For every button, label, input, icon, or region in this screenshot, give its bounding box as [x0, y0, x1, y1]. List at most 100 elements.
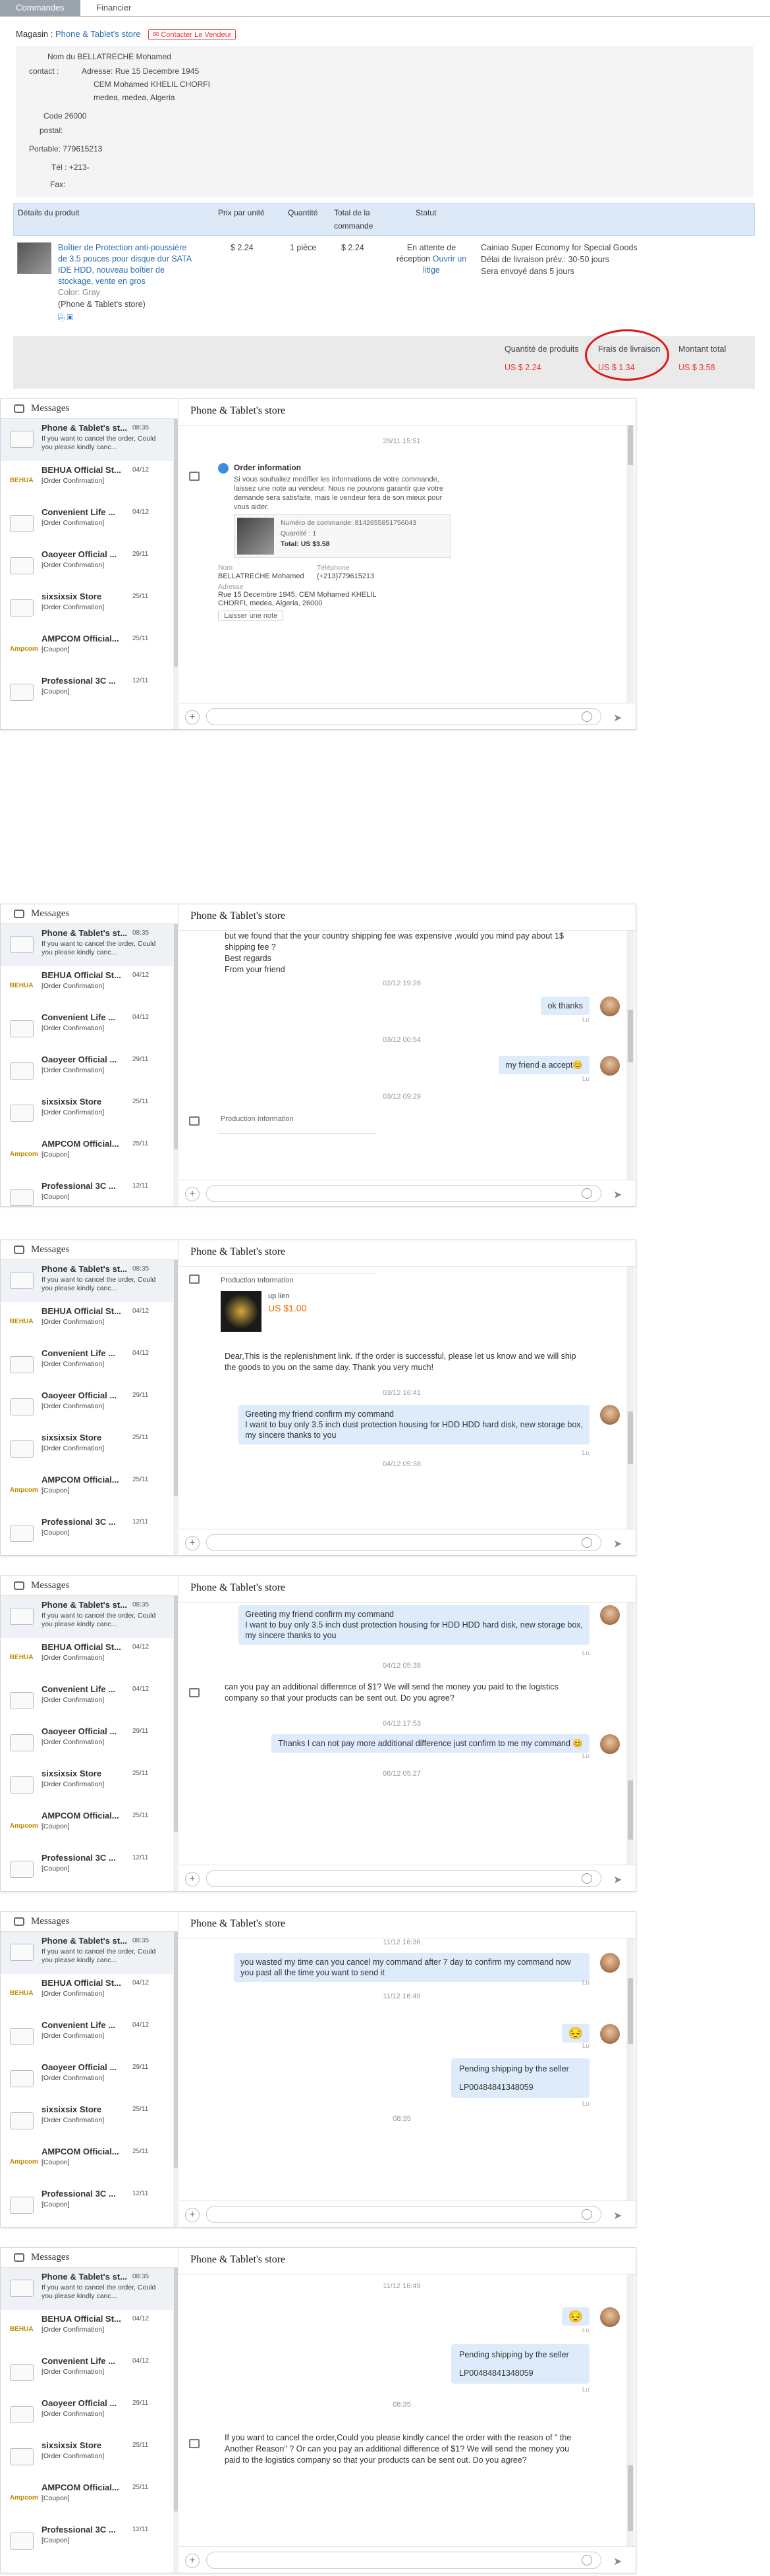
message-input[interactable] — [213, 1535, 569, 1550]
conversation-item[interactable]: Ampcom AMPCOM Official... 25/11 [Coupon] — [1, 630, 173, 672]
message-scrollbar[interactable] — [626, 1603, 634, 1865]
attach-plus-button[interactable]: + — [185, 1187, 200, 1201]
conversation-item[interactable]: Convenient Life ... 04/12 [Order Confirmat… — [1, 2016, 173, 2058]
leave-note-button[interactable]: Laisser une note — [218, 611, 284, 621]
product-name-link[interactable]: Boîtier de Protection anti-poussière de … — [58, 242, 196, 287]
message-scrollbar[interactable] — [626, 931, 634, 1180]
conversation-item[interactable]: Oaoyeer Official ... 29/11 [Order Confirma… — [1, 2058, 173, 2100]
send-icon[interactable]: ➤ — [613, 2209, 622, 2222]
conversation-item[interactable]: Ampcom AMPCOM Official... 25/11 [Coupon] — [1, 1135, 173, 1177]
sidebar-scrollbar[interactable] — [173, 1932, 179, 2227]
sidebar-scroll-thumb[interactable] — [174, 1596, 178, 1832]
send-icon[interactable]: ➤ — [613, 711, 622, 725]
conversation-item[interactable]: BEHUA BEHUA Official St... 04/12 [Order Con… — [1, 1638, 173, 1680]
conversation-item[interactable]: Oaoyeer Official ... 29/11 [Order Confirma… — [1, 1051, 173, 1093]
message-scroll-thumb[interactable] — [628, 1411, 633, 1464]
conversation-item[interactable]: Professional 3C ... 12/11 [Coupon] — [1, 1177, 173, 1219]
conversation-item[interactable]: BEHUA BEHUA Official St... 04/12 [Order Con… — [1, 1302, 173, 1344]
message-scrollbar[interactable] — [626, 1267, 634, 1529]
store-link[interactable]: Phone & Tablet's store — [55, 29, 140, 39]
message-scroll-thumb[interactable] — [628, 1978, 633, 2044]
sidebar-scroll-thumb[interactable] — [174, 1260, 178, 1496]
conversation-item[interactable]: Professional 3C ... 12/11 [Coupon] — [1, 2521, 173, 2563]
conversation-item[interactable]: Ampcom AMPCOM Official... 25/11 [Coupon] — [1, 2143, 173, 2185]
conversation-item[interactable]: BEHUA BEHUA Official St... 04/12 [Order Con… — [1, 966, 173, 1008]
open-dispute-link[interactable]: Ouvrir un litige — [423, 254, 466, 275]
order-product-card[interactable]: Numéro de commande: 8142655851756043 Quan… — [234, 514, 451, 558]
send-icon[interactable]: ➤ — [613, 2555, 622, 2568]
tab-orders[interactable]: Commandes — [0, 0, 80, 16]
conversation-item[interactable]: Professional 3C ... 12/11 [Coupon] — [1, 2185, 173, 2227]
attach-plus-button[interactable]: + — [185, 1536, 200, 1550]
conversation-item[interactable]: Professional 3C ... 12/11 [Coupon] — [1, 672, 173, 714]
attach-plus-button[interactable]: + — [185, 2208, 200, 2222]
conversation-item[interactable]: Professional 3C ... 12/11 [Coupon] — [1, 1849, 173, 1891]
conversation-item[interactable]: Professional 3C ... 12/11 [Coupon] — [1, 1513, 173, 1555]
conversation-item[interactable]: sixsixsix Store 25/11 [Order Confirmation] — [1, 2436, 173, 2479]
conversation-item[interactable]: Ampcom AMPCOM Official... 25/11 [Coupon] — [1, 2479, 173, 2521]
conversation-item[interactable]: BEHUA BEHUA Official St... 04/12 [Order Con… — [1, 461, 173, 503]
sidebar-scrollbar[interactable] — [173, 1596, 179, 1891]
attach-plus-button[interactable]: + — [185, 2554, 200, 2568]
message-input[interactable] — [213, 1186, 569, 1201]
message-input[interactable] — [213, 709, 569, 724]
emoji-icon[interactable] — [582, 1537, 592, 1548]
conversation-item[interactable]: Convenient Life ... 04/12 [Order Confirmat… — [1, 1008, 173, 1051]
conversation-item[interactable]: Phone & Tablet's st... 08:35 If you want t… — [1, 2268, 173, 2310]
emoji-icon[interactable] — [582, 711, 592, 722]
sidebar-scrollbar[interactable] — [173, 2268, 179, 2573]
contact-seller-button[interactable]: ✉ Contacter Le Vendeur — [148, 29, 236, 40]
replenishment-link-card[interactable]: Production Information up lien US $1.00 — [218, 1273, 376, 1334]
sidebar-scroll-thumb[interactable] — [174, 924, 178, 1150]
product-action-icons[interactable]: ⎘ ▣ — [58, 312, 73, 323]
message-scroll-thumb[interactable] — [628, 2465, 633, 2531]
conversation-item[interactable]: Phone & Tablet's st... 08:35 If you want t… — [1, 924, 173, 966]
attach-plus-button[interactable]: + — [185, 1872, 200, 1886]
emoji-icon[interactable] — [582, 1188, 592, 1199]
attach-plus-button[interactable]: + — [185, 710, 200, 725]
conversation-item[interactable]: Phone & Tablet's st... 08:35 If you want t… — [1, 1596, 173, 1638]
conversation-item[interactable]: Convenient Life ... 04/12 [Order Confirmat… — [1, 503, 173, 545]
conversation-item[interactable]: Oaoyeer Official ... 29/11 [Order Confirma… — [1, 2394, 173, 2436]
emoji-icon[interactable] — [582, 1873, 592, 1884]
message-scrollbar[interactable] — [626, 425, 634, 703]
message-scrollbar[interactable] — [626, 2274, 634, 2546]
send-icon[interactable]: ➤ — [613, 1873, 622, 1886]
conversation-item[interactable]: Convenient Life ... 04/12 [Order Confirmat… — [1, 1344, 173, 1386]
tab-financial[interactable]: Financier — [86, 0, 142, 16]
sidebar-scroll-thumb[interactable] — [174, 419, 178, 667]
sidebar-scrollbar[interactable] — [173, 1260, 179, 1555]
conversation-item[interactable]: sixsixsix Store 25/11 [Order Confirmation] — [1, 1093, 173, 1135]
message-input[interactable] — [213, 2553, 569, 2567]
conversation-item[interactable]: BEHUA BEHUA Official St... 04/12 [Order Con… — [1, 2310, 173, 2352]
production-info-card[interactable]: Production Information — [218, 1114, 376, 1134]
conversation-item[interactable]: sixsixsix Store 25/11 [Order Confirmation] — [1, 2100, 173, 2143]
send-icon[interactable]: ➤ — [613, 1188, 622, 1201]
sidebar-scrollbar[interactable] — [173, 419, 179, 729]
emoji-icon[interactable] — [582, 2209, 592, 2220]
message-scrollbar[interactable] — [626, 1938, 634, 2201]
conversation-item[interactable]: Phone & Tablet's st... 08:35 If you want t… — [1, 419, 173, 461]
send-icon[interactable]: ➤ — [613, 1537, 622, 1550]
conversation-item[interactable]: Ampcom AMPCOM Official... 25/11 [Coupon] — [1, 1471, 173, 1513]
product-thumbnail[interactable] — [17, 242, 51, 274]
conversation-item[interactable]: Convenient Life ... 04/12 [Order Confirmat… — [1, 1680, 173, 1722]
message-scroll-thumb[interactable] — [628, 1010, 633, 1062]
conversation-item[interactable]: Oaoyeer Official ... 29/11 [Order Confirma… — [1, 1386, 173, 1429]
conversation-item[interactable]: BEHUA BEHUA Official St... 04/12 [Order Con… — [1, 1974, 173, 2016]
sidebar-scroll-thumb[interactable] — [174, 1932, 178, 2168]
conversation-item[interactable]: sixsixsix Store 25/11 [Order Confirmation] — [1, 1429, 173, 1471]
emoji-icon[interactable] — [582, 2555, 592, 2565]
message-scroll-thumb[interactable] — [628, 425, 633, 465]
message-input[interactable] — [213, 2207, 569, 2222]
conversation-item[interactable]: Ampcom AMPCOM Official... 25/11 [Coupon] — [1, 1807, 173, 1849]
conversation-item[interactable]: Oaoyeer Official ... 29/11 [Order Confirma… — [1, 545, 173, 588]
sidebar-scroll-thumb[interactable] — [174, 2268, 178, 2512]
conversation-item[interactable]: sixsixsix Store 25/11 [Order Confirmation] — [1, 588, 173, 630]
sidebar-scrollbar[interactable] — [173, 924, 179, 1206]
message-scroll-thumb[interactable] — [628, 1780, 633, 1840]
message-input[interactable] — [213, 1871, 569, 1886]
conversation-item[interactable]: sixsixsix Store 25/11 [Order Confirmation] — [1, 1765, 173, 1807]
conversation-item[interactable]: Convenient Life ... 04/12 [Order Confirmat… — [1, 2352, 173, 2394]
conversation-item[interactable]: Phone & Tablet's st... 08:35 If you want t… — [1, 1260, 173, 1302]
